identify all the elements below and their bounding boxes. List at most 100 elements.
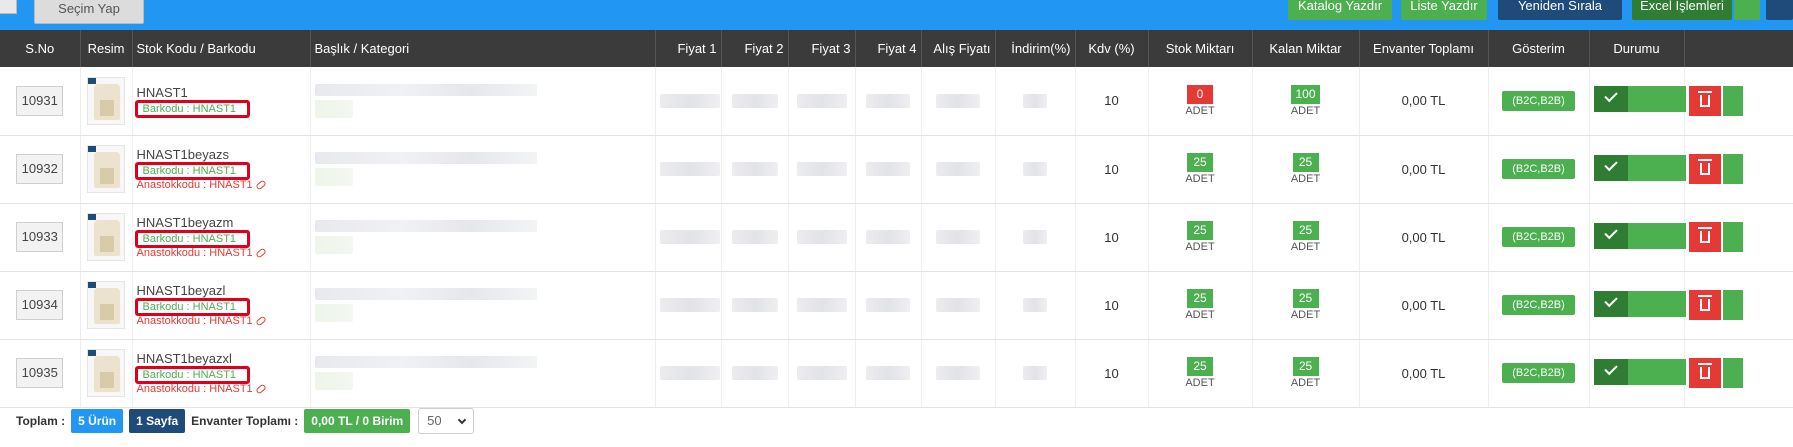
link-icon bbox=[254, 179, 267, 191]
stock-qty-badge[interactable]: 25 bbox=[1187, 289, 1213, 308]
kdv-cell: 10 bbox=[1075, 339, 1149, 408]
col-baslik[interactable]: Başlık / Kategori bbox=[310, 30, 656, 67]
stock-qty-badge[interactable]: 25 bbox=[1187, 153, 1213, 172]
display-channels-badge[interactable]: (B2C,B2B) bbox=[1502, 159, 1575, 179]
stock-qty-badge[interactable]: 25 bbox=[1187, 221, 1213, 240]
redacted-price-cell bbox=[788, 203, 856, 272]
parent-stock-code[interactable]: Anastokkodu : HNAST1 bbox=[137, 383, 306, 395]
sno-box[interactable]: 10932 bbox=[16, 154, 64, 184]
reorder-button[interactable]: Yeniden Sırala bbox=[1498, 0, 1622, 20]
product-thumbnail[interactable] bbox=[87, 213, 125, 261]
per-page-select[interactable]: 50 bbox=[418, 408, 475, 434]
product-thumbnail[interactable] bbox=[87, 76, 125, 125]
thumbnail-badge bbox=[88, 214, 96, 220]
edit-button[interactable] bbox=[1722, 222, 1743, 252]
col-durumu[interactable]: Durumu bbox=[1589, 30, 1685, 67]
stock-code[interactable]: HNAST1beyazm bbox=[137, 215, 306, 230]
barcode-label: Barkodu : HNAST1 bbox=[134, 230, 251, 248]
redacted-price-cell bbox=[655, 135, 722, 204]
stock-code[interactable]: HNAST1beyazxl bbox=[137, 351, 306, 366]
stock-code[interactable]: HNAST1beyazl bbox=[137, 283, 306, 298]
stock-qty-badge[interactable]: 25 bbox=[1187, 357, 1213, 376]
print-catalog-button[interactable]: Katalog Yazdır bbox=[1288, 0, 1392, 20]
col-gosterim[interactable]: Gösterim bbox=[1488, 30, 1590, 67]
title-cell bbox=[310, 339, 656, 408]
toggle-track bbox=[1627, 222, 1686, 249]
toggle-track bbox=[1627, 154, 1686, 181]
col-stok-kodu[interactable]: Stok Kodu / Barkodu bbox=[132, 30, 311, 67]
remaining-qty-badge[interactable]: 25 bbox=[1292, 153, 1319, 172]
link-icon bbox=[254, 315, 267, 327]
col-envanter[interactable]: Envanter Toplamı bbox=[1359, 30, 1489, 67]
display-channels-badge[interactable]: (B2C,B2B) bbox=[1502, 90, 1575, 111]
status-toggle[interactable] bbox=[1593, 154, 1686, 181]
col-kalan-miktar[interactable]: Kalan Miktar bbox=[1252, 30, 1360, 67]
code-cell: HNAST1 Barkodu : HNAST1 bbox=[132, 67, 311, 136]
col-sno[interactable]: S.No bbox=[0, 30, 81, 67]
product-count-badge: 5 Ürün bbox=[71, 409, 124, 433]
stock-code[interactable]: HNAST1 bbox=[137, 85, 306, 100]
add-button[interactable] bbox=[1766, 0, 1793, 20]
inventory-total-cell: 0,00 TL bbox=[1359, 271, 1489, 340]
display-channels-badge[interactable]: (B2C,B2B) bbox=[1502, 295, 1575, 315]
actions-cell bbox=[1684, 67, 1793, 136]
display-channels-badge[interactable]: (B2C,B2B) bbox=[1502, 227, 1575, 247]
delete-button[interactable] bbox=[1688, 154, 1721, 184]
col-fiyat2[interactable]: Fiyat 2 bbox=[721, 30, 789, 67]
display-cell: (B2C,B2B) bbox=[1488, 135, 1590, 204]
remaining-qty-cell: 100 ADET bbox=[1252, 67, 1360, 136]
stock-unit: ADET bbox=[1185, 241, 1215, 253]
status-toggle[interactable] bbox=[1593, 290, 1686, 317]
edit-button[interactable] bbox=[1722, 85, 1743, 116]
edit-button[interactable] bbox=[1722, 290, 1743, 320]
display-channels-badge[interactable]: (B2C,B2B) bbox=[1502, 363, 1575, 383]
redacted-value bbox=[796, 366, 847, 380]
product-thumbnail[interactable] bbox=[87, 349, 125, 397]
delete-button[interactable] bbox=[1688, 222, 1721, 252]
parent-stock-code[interactable]: Anastokkodu : HNAST1 bbox=[137, 315, 306, 327]
product-thumbnail[interactable] bbox=[87, 281, 125, 329]
redacted-title bbox=[314, 220, 537, 232]
delete-button[interactable] bbox=[1688, 290, 1721, 320]
excel-dropdown-button[interactable] bbox=[1734, 0, 1760, 20]
sno-box[interactable]: 10935 bbox=[16, 358, 64, 388]
delete-button[interactable] bbox=[1688, 85, 1721, 116]
sno-box[interactable]: 10931 bbox=[16, 85, 64, 116]
redacted-price-cell bbox=[788, 135, 856, 204]
status-toggle[interactable] bbox=[1593, 358, 1686, 385]
remaining-qty-badge[interactable]: 25 bbox=[1292, 221, 1319, 240]
delete-button[interactable] bbox=[1688, 358, 1721, 388]
image-cell bbox=[80, 135, 133, 204]
redacted-price-cell bbox=[721, 135, 789, 204]
parent-stock-code[interactable]: Anastokkodu : HNAST1 bbox=[137, 179, 306, 191]
stock-qty-badge[interactable]: 0 bbox=[1187, 84, 1213, 104]
col-alis-fiyati[interactable]: Alış Fiyatı bbox=[921, 30, 996, 67]
sno-box[interactable]: 10933 bbox=[16, 222, 64, 252]
sno-box[interactable]: 10934 bbox=[16, 290, 64, 320]
remaining-qty-badge[interactable]: 25 bbox=[1292, 289, 1319, 308]
select-button[interactable]: Seçim Yap bbox=[34, 0, 144, 24]
status-toggle[interactable] bbox=[1593, 86, 1686, 113]
remaining-qty-badge[interactable]: 25 bbox=[1292, 357, 1319, 376]
col-kdv[interactable]: Kdv (%) bbox=[1075, 30, 1149, 67]
col-fiyat4[interactable]: Fiyat 4 bbox=[855, 30, 922, 67]
edit-button[interactable] bbox=[1722, 154, 1743, 184]
edit-button[interactable] bbox=[1722, 358, 1743, 388]
inventory-total-cell: 0,00 TL bbox=[1359, 339, 1489, 408]
col-resim[interactable]: Resim bbox=[80, 30, 133, 67]
check-icon bbox=[1593, 222, 1628, 249]
product-thumbnail[interactable] bbox=[87, 145, 125, 193]
print-list-button[interactable]: Liste Yazdır bbox=[1401, 0, 1487, 20]
col-fiyat1[interactable]: Fiyat 1 bbox=[655, 30, 722, 67]
status-toggle[interactable] bbox=[1593, 222, 1686, 249]
stock-unit: ADET bbox=[1185, 377, 1215, 389]
stock-code[interactable]: HNAST1beyazs bbox=[137, 147, 306, 162]
barcode-highlight bbox=[134, 100, 251, 119]
remaining-qty-badge[interactable]: 100 bbox=[1291, 84, 1320, 104]
parent-stock-code[interactable]: Anastokkodu : HNAST1 bbox=[137, 247, 306, 259]
top-toolbar: Seçim Yap Katalog Yazdır Liste Yazdır Ye… bbox=[0, 0, 1793, 30]
col-fiyat3[interactable]: Fiyat 3 bbox=[788, 30, 856, 67]
col-indirim[interactable]: İndirim(%) bbox=[995, 30, 1076, 67]
excel-operations-button[interactable]: Excel İşlemleri bbox=[1632, 0, 1732, 20]
col-stok-miktari[interactable]: Stok Miktarı bbox=[1148, 30, 1253, 67]
